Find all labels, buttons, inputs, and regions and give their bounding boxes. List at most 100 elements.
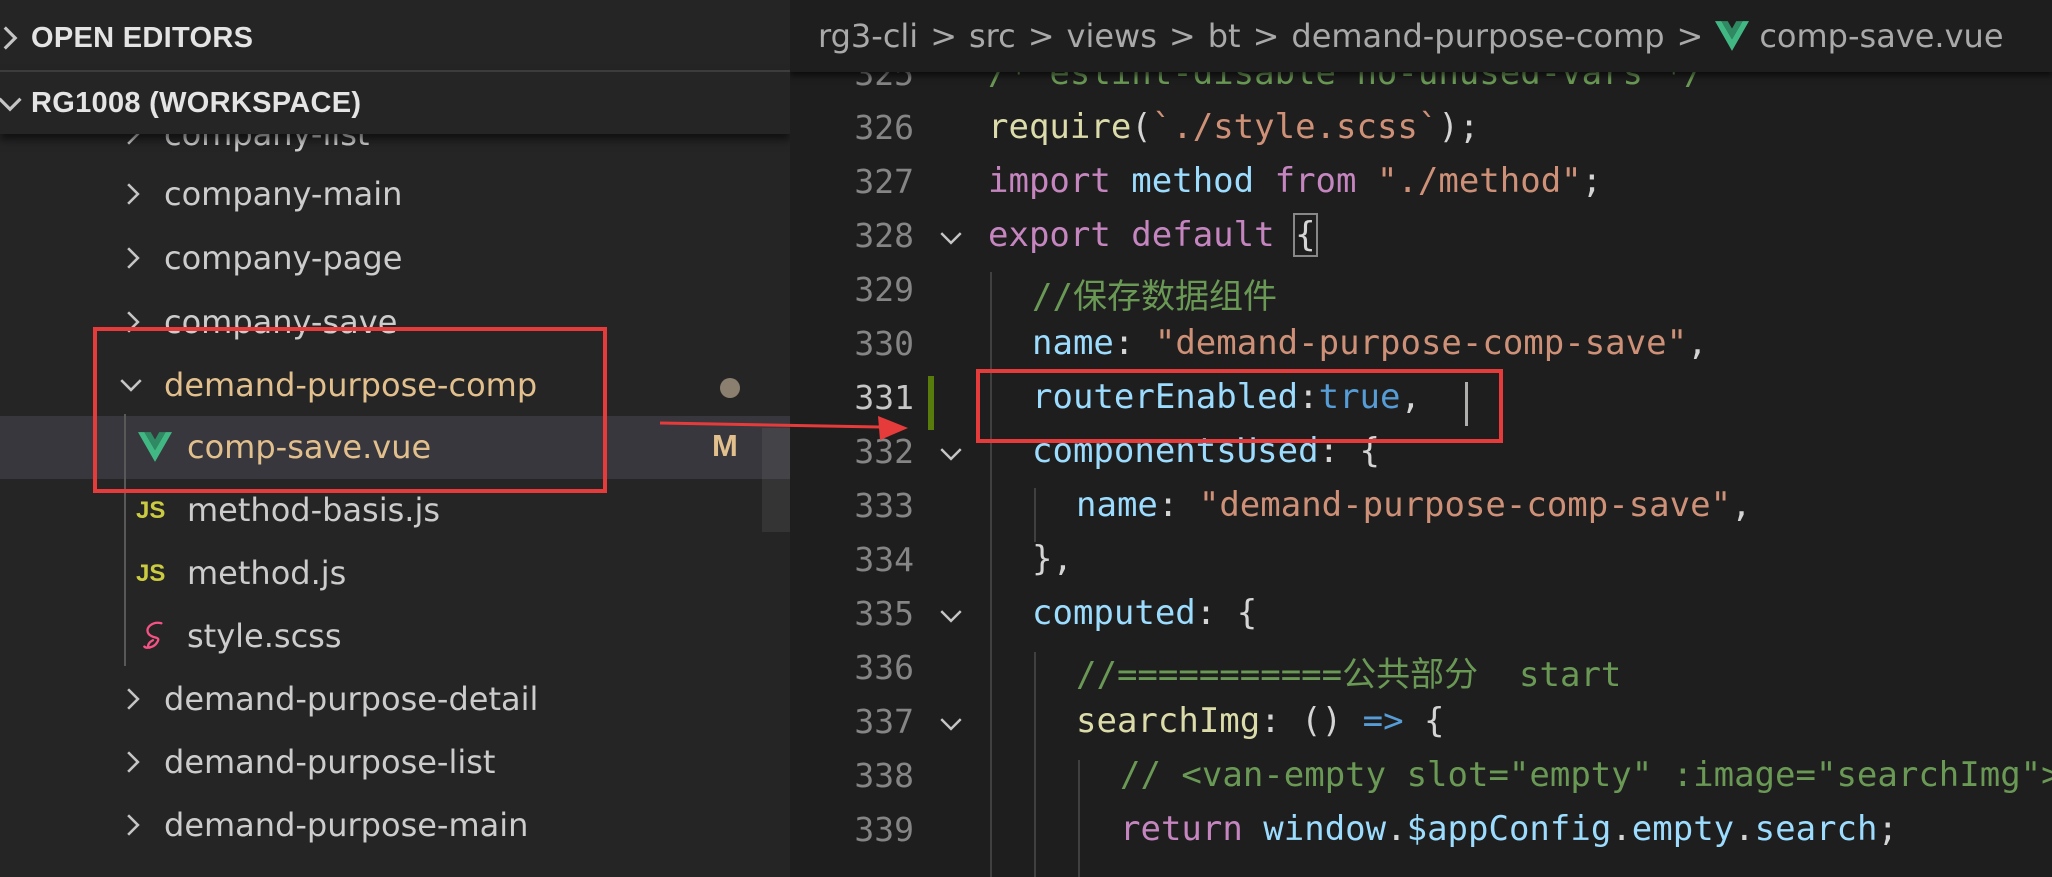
fold-chevron-icon[interactable]: [938, 603, 964, 629]
line-number: 339: [854, 810, 914, 849]
code-text: name: "demand-purpose-comp-save",: [1032, 323, 1708, 363]
breadcrumb-item[interactable]: comp-save.vue: [1759, 17, 2003, 55]
chevron-right-icon: [127, 688, 140, 710]
sidebar-scrollbar[interactable]: [762, 428, 790, 532]
code-line[interactable]: 334 },: [790, 532, 2052, 586]
breadcrumb-separator-icon: >: [1252, 17, 1280, 55]
line-number: 335: [854, 594, 914, 633]
code-text: import method from "./method";: [988, 161, 1603, 201]
git-modified-gutter-marker: [928, 376, 934, 430]
js-file-icon: JS: [136, 497, 166, 524]
open-editors-label: OPEN EDITORS: [31, 21, 254, 54]
chevron-right-icon: [3, 26, 18, 50]
tree-item-demand-purpose-detail[interactable]: demand-purpose-detail: [0, 668, 790, 731]
code-line[interactable]: 337 searchImg: () => {: [790, 694, 2052, 748]
breadcrumb-item[interactable]: demand-purpose-comp: [1291, 17, 1664, 55]
chevron-down-icon: [0, 97, 22, 112]
code-text: export default {: [988, 213, 1318, 257]
vue-file-icon: [1715, 21, 1750, 51]
code-text: componentsUsed: {: [1032, 431, 1380, 471]
fold-chevron-icon[interactable]: [938, 441, 964, 467]
tree-item-label: method.js: [187, 554, 347, 592]
code-text: //保存数据组件: [1032, 277, 1277, 317]
code-line[interactable]: 332 componentsUsed: {: [790, 424, 2052, 478]
workspace-label: RG1008 (WORKSPACE): [31, 86, 362, 119]
tree-item-demand-purpose-comp[interactable]: demand-purpose-comp: [0, 354, 790, 417]
code-editor[interactable]: rg3-cli > src > views > bt > demand-purp…: [790, 0, 2052, 877]
tree-item-label: style.scss: [187, 617, 342, 655]
chevron-right-icon: [127, 311, 140, 333]
chevron-down-icon: [120, 379, 142, 392]
tree-item-company-save[interactable]: company-save: [0, 291, 790, 354]
chevron-right-icon: [127, 814, 140, 836]
fold-chevron-icon[interactable]: [938, 225, 964, 251]
breadcrumb-separator-icon: >: [1027, 17, 1055, 55]
line-number: 326: [854, 108, 914, 147]
tree-item-label: method-basis.js: [187, 491, 441, 529]
line-number: 337: [854, 702, 914, 741]
breadcrumb: rg3-cli > src > views > bt > demand-purp…: [790, 0, 2052, 72]
code-text: //===========公共部分 start: [1076, 655, 1622, 695]
tree-indent-guide: [124, 414, 126, 666]
chevron-right-icon: [127, 183, 140, 205]
code-text: require(`./style.scss`);: [988, 107, 1480, 147]
code-text: },: [1032, 539, 1073, 579]
tree-item-demand-purpose-main[interactable]: demand-purpose-main: [0, 794, 790, 857]
git-modified-badge: M: [712, 428, 738, 463]
tree-item-comp-save-vue[interactable]: comp-save.vue M: [0, 416, 790, 479]
code-line[interactable]: 335 computed: {: [790, 586, 2052, 640]
chevron-right-icon: [127, 751, 140, 773]
line-number: 330: [854, 324, 914, 363]
breadcrumb-item[interactable]: bt: [1208, 17, 1241, 55]
code-lines[interactable]: 325 /* eslint-disable no-unused-vars */ …: [790, 0, 2052, 877]
code-line[interactable]: 338 // <van-empty slot="empty" :image="s…: [790, 748, 2052, 802]
code-text: name: "demand-purpose-comp-save",: [1076, 485, 1752, 525]
tree-item-label: company-save: [164, 303, 398, 341]
code-text: // <van-empty slot="empty" :image="searc…: [1120, 755, 2052, 795]
breadcrumb-item[interactable]: views: [1067, 17, 1157, 55]
scss-file-icon: [143, 621, 163, 649]
line-number: 328: [854, 216, 914, 255]
js-file-icon: JS: [136, 560, 166, 587]
tree-item-company-page[interactable]: company-page: [0, 227, 790, 290]
chevron-right-icon: [127, 247, 140, 269]
fold-chevron-icon[interactable]: [938, 711, 964, 737]
tree-item-company-main[interactable]: company-main: [0, 163, 790, 226]
code-line[interactable]: 339 return window.$appConfig.empty.searc…: [790, 802, 2052, 856]
tree-item-label: company-main: [164, 175, 403, 213]
code-text: computed: {: [1032, 593, 1258, 633]
code-line[interactable]: 330 name: "demand-purpose-comp-save",: [790, 316, 2052, 370]
line-number: 327: [854, 162, 914, 201]
code-line[interactable]: 336 //===========公共部分 start: [790, 640, 2052, 695]
open-editors-header[interactable]: OPEN EDITORS: [0, 6, 790, 70]
explorer-sidebar: company-list company-main company-page c…: [0, 0, 790, 877]
workspace-header[interactable]: RG1008 (WORKSPACE): [0, 70, 790, 134]
vue-file-icon: [138, 432, 172, 462]
line-number: 333: [854, 486, 914, 525]
tree-item-method-js[interactable]: JS method.js: [0, 542, 790, 605]
code-line[interactable]: 326 require(`./style.scss`);: [790, 100, 2052, 154]
breadcrumb-separator-icon: >: [1168, 17, 1196, 55]
breadcrumb-item[interactable]: rg3-cli: [818, 17, 918, 55]
code-line[interactable]: 327 import method from "./method";: [790, 154, 2052, 208]
code-line[interactable]: 329 //保存数据组件: [790, 262, 2052, 317]
code-line[interactable]: 333 name: "demand-purpose-comp-save",: [790, 478, 2052, 532]
tree-item-method-basis-js[interactable]: JS method-basis.js: [0, 479, 790, 542]
code-text: return window.$appConfig.empty.search;: [1120, 809, 1898, 849]
tree-item-label: demand-purpose-main: [164, 806, 529, 844]
tree-item-label: company-page: [164, 239, 403, 277]
tree-item-demand-purpose-list[interactable]: demand-purpose-list: [0, 731, 790, 794]
tree-item-style-scss[interactable]: style.scss: [0, 605, 790, 668]
code-line[interactable]: 328 export default {: [790, 208, 2052, 262]
tree-item-label: demand-purpose-list: [164, 743, 496, 781]
breadcrumb-separator-icon: >: [930, 17, 957, 55]
line-number: 332: [854, 432, 914, 471]
breadcrumb-item[interactable]: src: [969, 17, 1016, 55]
breadcrumb-separator-icon: >: [1676, 17, 1704, 55]
line-number: 338: [854, 756, 914, 795]
code-line-active[interactable]: 331 routerEnabled:true,: [790, 370, 2052, 424]
code-text: searchImg: () => {: [1076, 701, 1445, 741]
line-number: 336: [854, 648, 914, 687]
modified-dot-icon: [720, 378, 740, 398]
line-number: 331: [854, 378, 914, 417]
